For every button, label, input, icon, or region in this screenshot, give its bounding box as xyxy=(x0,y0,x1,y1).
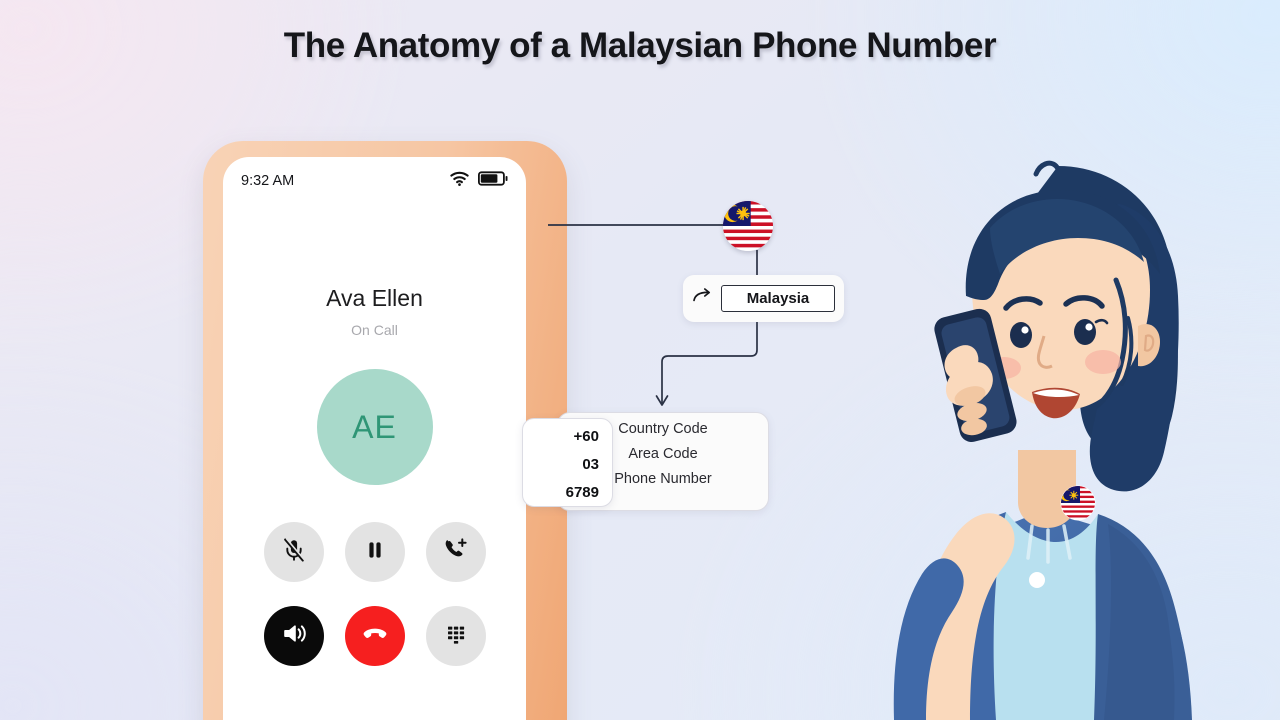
blazer-button xyxy=(1029,572,1045,588)
woman-on-phone-illustration xyxy=(820,120,1240,720)
malaysia-flag-pin-icon xyxy=(1060,485,1096,521)
value-phone-number: 6789 xyxy=(565,484,599,501)
label-area-code: Area Code xyxy=(628,446,698,462)
label-country-code: Country Code xyxy=(618,421,708,437)
value-country-code: +60 xyxy=(573,428,599,445)
malaysia-flag-icon xyxy=(723,201,773,251)
number-part-values: +60 03 6789 xyxy=(522,418,613,507)
value-area-code: 03 xyxy=(582,456,599,473)
country-label: Malaysia xyxy=(721,285,835,312)
arrow-curve-right-icon xyxy=(692,287,713,310)
label-phone-number: Phone Number xyxy=(614,471,712,487)
